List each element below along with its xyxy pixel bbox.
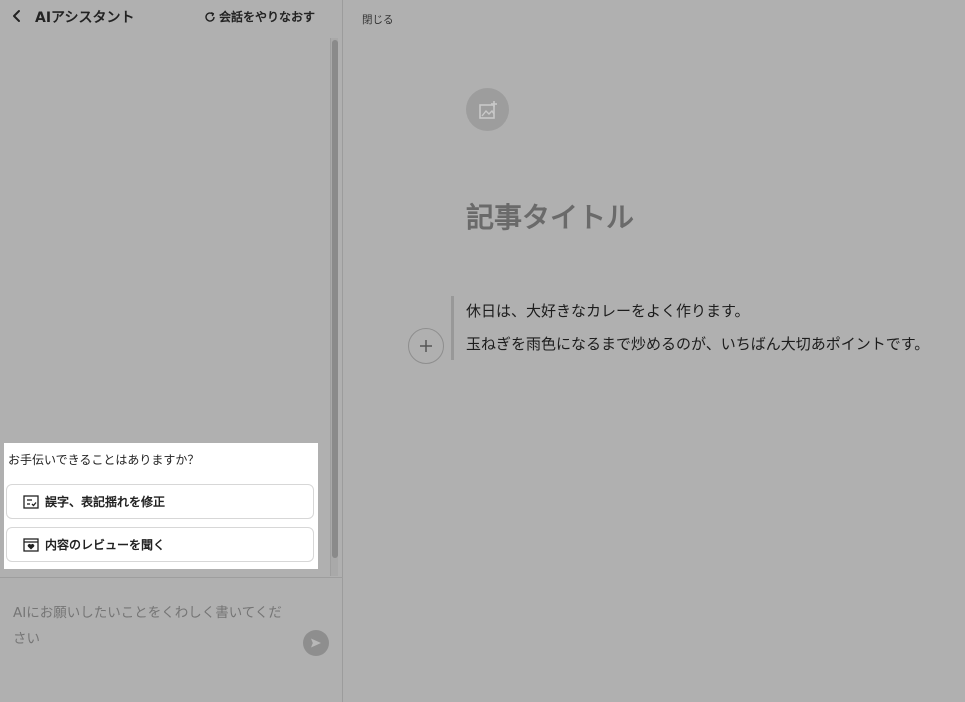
refresh-icon <box>205 11 215 22</box>
request-review-button[interactable]: 内容のレビューを聞く <box>6 527 314 562</box>
assistant-title: AIアシスタント <box>35 10 135 26</box>
request-review-label: 内容のレビューを聞く <box>45 538 166 552</box>
restart-conversation-button[interactable]: 会話をやりなおす <box>204 8 315 25</box>
ai-assistant-panel: AIアシスタント 会話をやりなおす お手伝いできることはありますか？ 誤字、表記… <box>0 0 343 702</box>
article-editor: 閉じる 記事タイトル 休日は、大好きなカレーをよく作ります。 玉ねぎを雨色になる… <box>344 0 965 702</box>
send-button[interactable] <box>303 630 329 656</box>
selected-block-indicator <box>451 296 454 360</box>
article-title[interactable]: 記事タイトル <box>466 196 634 236</box>
body-paragraph[interactable]: 玉ねぎを雨色になるまで炒めるのが、いちばん大切あポイントです。 <box>466 333 929 354</box>
input-divider <box>0 577 343 578</box>
send-icon <box>311 638 321 648</box>
restart-label: 会話をやりなおす <box>219 10 316 24</box>
add-eyecatch-image-button[interactable] <box>466 88 509 131</box>
chevron-left-icon[interactable] <box>10 8 24 24</box>
plus-icon <box>420 340 432 352</box>
proofread-icon <box>23 494 39 509</box>
body-paragraph[interactable]: 休日は、大好きなカレーをよく作ります。 <box>466 300 750 321</box>
help-prompt: お手伝いできることはありますか？ <box>8 453 200 467</box>
review-icon <box>23 537 39 552</box>
add-image-icon <box>478 100 497 119</box>
close-button[interactable]: 閉じる <box>362 12 394 27</box>
fix-typos-button[interactable]: 誤字、表記揺れを修正 <box>6 484 314 519</box>
chat-scrollbar-thumb[interactable] <box>332 40 338 558</box>
suggestion-card: お手伝いできることはありますか？ 誤字、表記揺れを修正 内容のレビューを聞く <box>4 443 318 569</box>
assistant-prompt-input[interactable] <box>13 600 293 660</box>
assistant-header: AIアシスタント 会話をやりなおす <box>0 0 343 34</box>
fix-typos-label: 誤字、表記揺れを修正 <box>45 495 166 509</box>
add-block-button[interactable] <box>408 328 444 364</box>
